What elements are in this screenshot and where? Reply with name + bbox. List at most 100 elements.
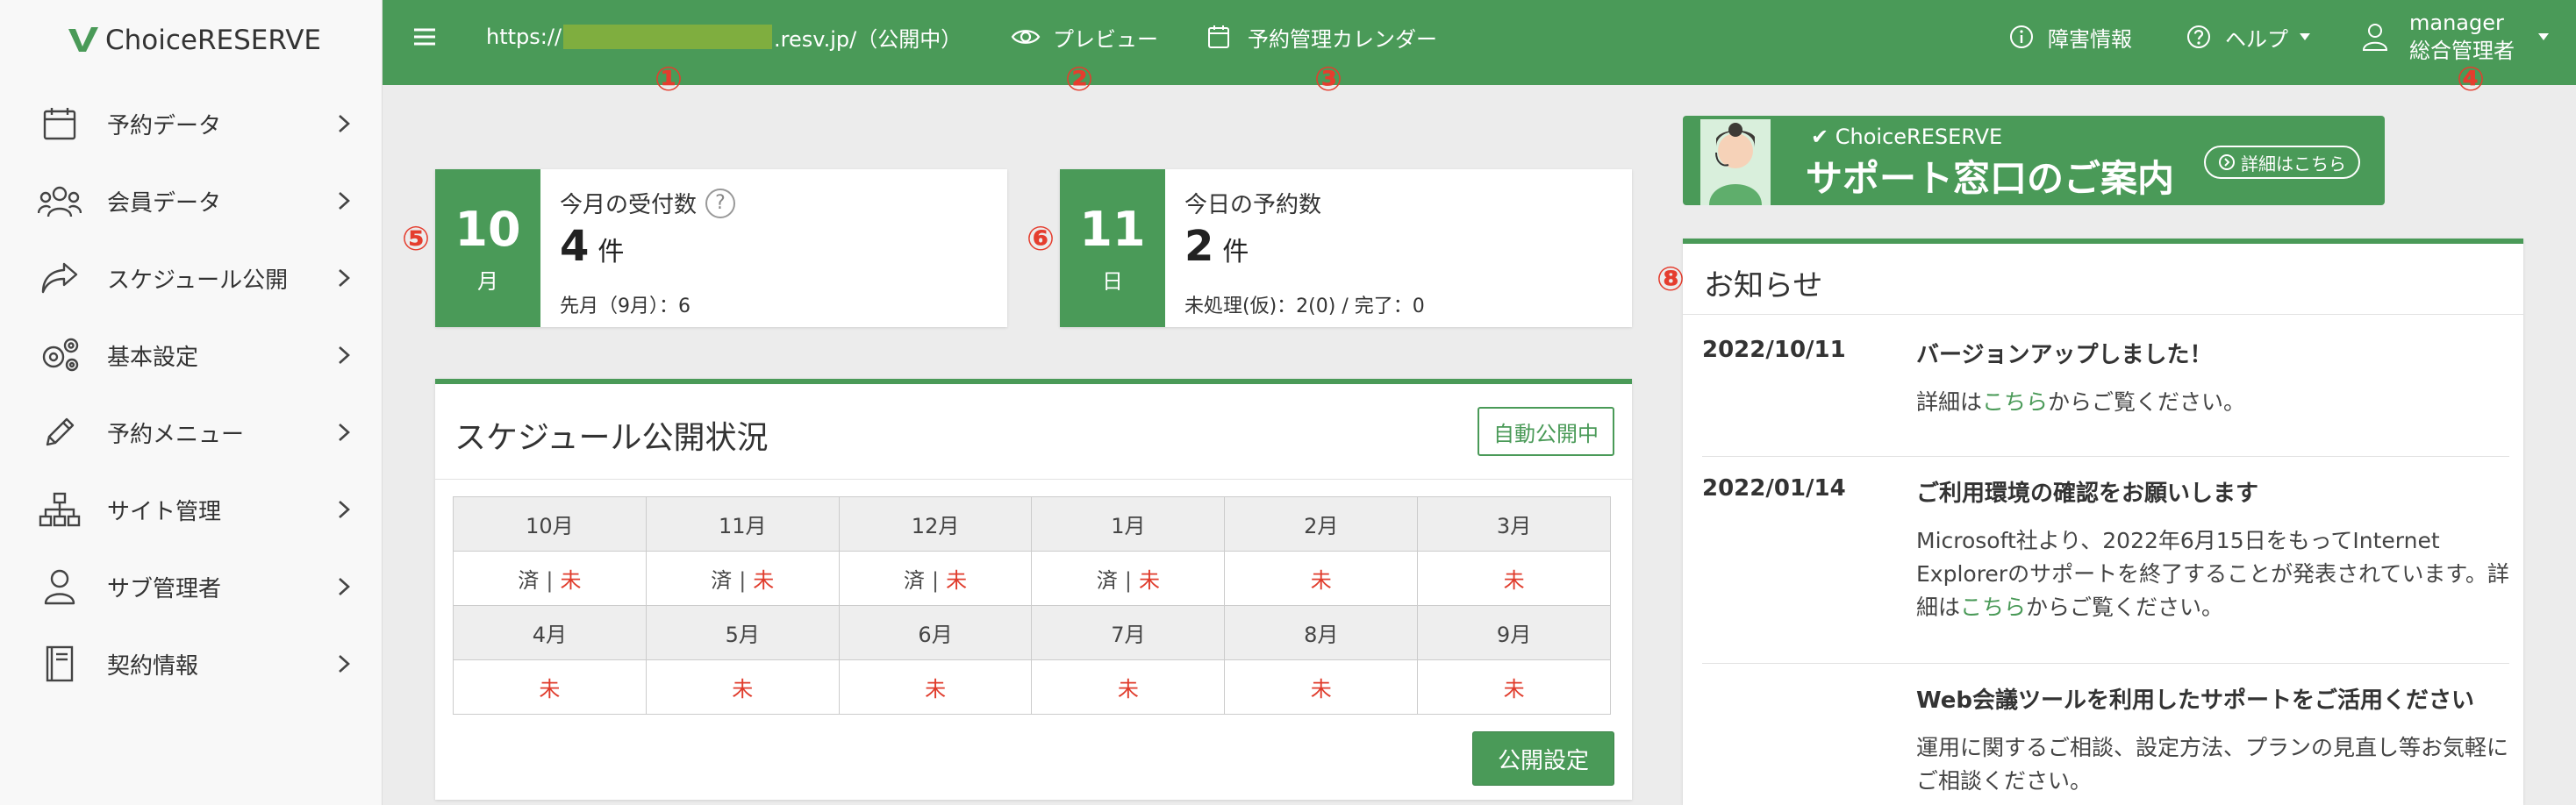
news-link[interactable]: こちら bbox=[1982, 389, 2048, 415]
support-agent-illustration bbox=[1700, 119, 1771, 205]
news-body: 詳細はこちらからご覧ください。 bbox=[1916, 386, 2513, 419]
status-done: 済 bbox=[518, 568, 540, 593]
status-pending: 未 bbox=[732, 677, 754, 702]
eye-icon bbox=[1011, 30, 1041, 44]
status-pending: 未 bbox=[1503, 568, 1525, 593]
sidebar-item-reservation-menu[interactable]: 予約メニュー bbox=[0, 394, 383, 471]
monthly-count-value: 4 bbox=[560, 222, 590, 271]
url-redaction bbox=[563, 25, 773, 49]
sidebar-item-label: 会員データ bbox=[107, 189, 222, 217]
pencil-icon bbox=[37, 411, 82, 453]
daily-count-card: 11 日 今日の予約数 2件 未処理(仮)：2(0) / 完了：0 bbox=[1060, 169, 1632, 327]
publish-status-cell[interactable]: 未 bbox=[1031, 659, 1226, 715]
sidebar-item-site-management[interactable]: サイト管理 bbox=[0, 471, 383, 548]
news-body-text: からご覧ください。 bbox=[2026, 595, 2224, 620]
sidebar-item-member-data[interactable]: 会員データ bbox=[0, 162, 383, 239]
daily-count-value: 2 bbox=[1184, 222, 1214, 271]
url-suffix: .resv.jp/（公開中） bbox=[774, 26, 962, 52]
support-banner[interactable]: ✔ ChoiceRESERVE サポート窓口のご案内 詳細はこちら bbox=[1683, 116, 2385, 205]
site-url-link[interactable]: https:// .resv.jp/（公開中） bbox=[486, 0, 962, 74]
daily-count-unit: 件 bbox=[1222, 237, 1249, 267]
month-header-cell: 8月 bbox=[1224, 605, 1419, 660]
banner-details-button[interactable]: 詳細はこちら bbox=[2204, 146, 2360, 179]
marker-3: ③ bbox=[1314, 60, 1343, 98]
news-headline: バージョンアップしました！ bbox=[1916, 342, 2213, 368]
month-header-cell: 5月 bbox=[645, 605, 840, 660]
sidebar-item-basic-settings[interactable]: 基本設定 bbox=[0, 317, 383, 394]
status-separator: | bbox=[1124, 568, 1132, 593]
schedule-title: スケジュール公開状況 bbox=[454, 420, 769, 456]
publish-status-cell[interactable]: 未 bbox=[1224, 551, 1419, 606]
share-arrow-icon bbox=[37, 257, 82, 299]
choicereserve-logo[interactable]: ChoiceRESERVE bbox=[67, 21, 321, 60]
sidebar-item-reservation-data[interactable]: 予約データ bbox=[0, 85, 383, 162]
publish-settings-button[interactable]: 公開設定 bbox=[1472, 731, 1614, 786]
sidebar-item-label: 予約データ bbox=[107, 112, 222, 139]
news-body: 運用に関するご相談、設定方法、プランの見直し等お気軽にご相談ください。 bbox=[1916, 731, 2513, 798]
month-badge: 10 月 bbox=[435, 169, 540, 327]
check-logo-icon bbox=[68, 27, 98, 52]
marker-2: ② bbox=[1065, 60, 1094, 98]
help-dropdown[interactable]: ヘルプ bbox=[2186, 0, 2311, 74]
banner-brand-text: ChoiceRESERVE bbox=[1835, 125, 2003, 149]
auto-publish-button[interactable]: 自動公開中 bbox=[1478, 407, 1614, 456]
chevron-right-icon bbox=[332, 343, 356, 367]
preview-label: プレビュー bbox=[1053, 26, 1158, 52]
publish-status-cell[interactable]: 未 bbox=[838, 659, 1033, 715]
chevron-right-icon bbox=[332, 420, 356, 445]
help-icon[interactable]: ? bbox=[705, 188, 736, 218]
users-icon bbox=[37, 180, 82, 222]
divider bbox=[1702, 663, 2509, 664]
user-avatar-icon[interactable] bbox=[2362, 0, 2388, 74]
marker-6: ⑥ bbox=[1027, 219, 1055, 258]
news-link[interactable]: こちら bbox=[1960, 595, 2026, 620]
news-headline: Web会議ツールを利用したサポートをご活用ください bbox=[1916, 687, 2474, 714]
hamburger-menu-icon[interactable] bbox=[407, 0, 442, 74]
url-prefix: https:// bbox=[486, 25, 562, 49]
publish-status-cell[interactable]: 未 bbox=[453, 659, 647, 715]
day-number: 11 bbox=[1079, 201, 1146, 257]
trouble-info-label: 障害情報 bbox=[2048, 26, 2132, 52]
month-header-cell: 7月 bbox=[1031, 605, 1226, 660]
month-header-cell: 3月 bbox=[1417, 496, 1611, 552]
divider bbox=[1683, 314, 2523, 315]
sidebar-item-label: スケジュール公開 bbox=[107, 267, 289, 294]
publish-status-cell[interactable]: 未 bbox=[1224, 659, 1419, 715]
divider bbox=[1702, 456, 2509, 457]
monthly-count: 4件 bbox=[560, 222, 624, 271]
trouble-info-link[interactable]: 障害情報 bbox=[2009, 0, 2132, 74]
status-pending: 未 bbox=[1138, 568, 1160, 593]
publish-status-cell[interactable]: 済 | 未 bbox=[1031, 551, 1226, 606]
status-separator: | bbox=[932, 568, 940, 593]
sidebar-item-schedule-publish[interactable]: スケジュール公開 bbox=[0, 239, 383, 317]
publish-status-cell[interactable]: 未 bbox=[1417, 551, 1611, 606]
daily-title: 今日の予約数 bbox=[1184, 192, 1322, 218]
sidebar-item-label: 予約メニュー bbox=[107, 421, 245, 448]
caret-down-icon[interactable] bbox=[2537, 0, 2550, 74]
publish-status-cell[interactable]: 済 | 未 bbox=[838, 551, 1033, 606]
chevron-right-icon bbox=[332, 652, 356, 676]
news-body-text: からご覧ください。 bbox=[2048, 389, 2246, 415]
publish-status-cell[interactable]: 未 bbox=[645, 659, 840, 715]
sidebar-item-contract-info[interactable]: 契約情報 bbox=[0, 625, 383, 702]
news-date: 2022/01/14 bbox=[1702, 475, 1846, 502]
status-separator: | bbox=[739, 568, 747, 593]
status-pending: 未 bbox=[1503, 677, 1525, 702]
publish-status-cell[interactable]: 済 | 未 bbox=[453, 551, 647, 606]
sidebar-item-sub-admin[interactable]: サブ管理者 bbox=[0, 548, 383, 625]
publish-status-cell[interactable]: 未 bbox=[1417, 659, 1611, 715]
month-header-cell: 1月 bbox=[1031, 496, 1226, 552]
publish-status-cell[interactable]: 済 | 未 bbox=[645, 551, 840, 606]
monthly-count-unit: 件 bbox=[597, 237, 625, 267]
news-body-text: 運用に関するご相談、設定方法、プランの見直し等お気軽にご相談ください。 bbox=[1916, 735, 2509, 794]
calendar-label: 予約管理カレンダー bbox=[1248, 26, 1437, 52]
day-unit: 日 bbox=[1102, 268, 1123, 294]
month-header-cell: 12月 bbox=[838, 496, 1033, 552]
help-label: ヘルプ bbox=[2225, 26, 2288, 52]
chevron-right-icon bbox=[332, 266, 356, 290]
day-badge: 11 日 bbox=[1060, 169, 1165, 327]
status-row: 済 | 未済 | 未済 | 未済 | 未未未 bbox=[453, 551, 1611, 606]
banner-title: サポート窓口のご案内 bbox=[1806, 157, 2175, 200]
sidebar-item-label: 契約情報 bbox=[107, 652, 199, 680]
month-header-cell: 11月 bbox=[645, 496, 840, 552]
